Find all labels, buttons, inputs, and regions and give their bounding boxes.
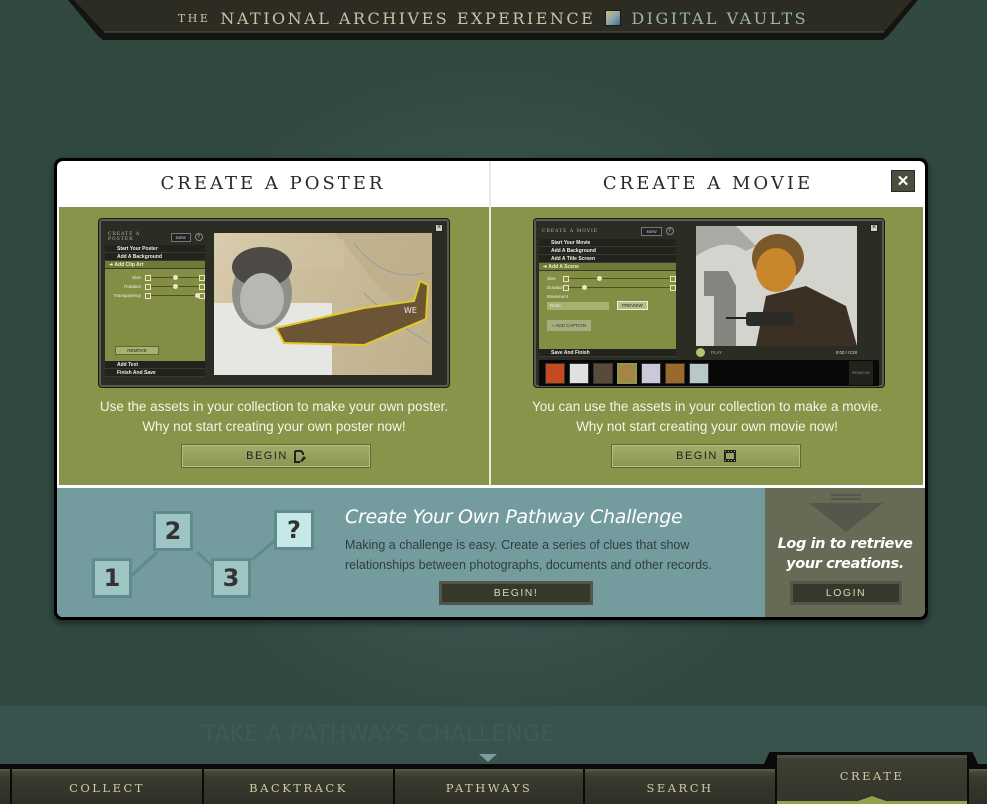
- poster-editor-preview: × CREATE A POSTER NEW ? Start Your Poste…: [99, 219, 449, 387]
- preview-step: Save And Finish: [539, 349, 676, 357]
- poster-canvas-image: WE: [214, 233, 432, 375]
- pathway-node-1: 1: [92, 558, 132, 598]
- scene-thumbnail: [665, 362, 685, 384]
- film-icon: [723, 450, 736, 462]
- movie-scene-art: [696, 226, 857, 346]
- preview-movement-label: Movement: [547, 294, 569, 299]
- play-icon: [696, 347, 705, 357]
- header-title: NATIONAL ARCHIVES EXPERIENCE: [220, 8, 596, 28]
- preview-step: Add Text: [105, 361, 205, 369]
- pathway-chain-graphic: 1 2 3 ?: [87, 508, 327, 608]
- preview-control: Rotation: [105, 282, 205, 291]
- scene-thumbnail: [689, 362, 709, 384]
- preview-control: Transparency: [105, 291, 205, 300]
- preview-help-icon: ?: [666, 227, 674, 235]
- preview-control: Size: [105, 273, 205, 282]
- scroll-down-arrow-icon[interactable]: [479, 754, 497, 762]
- nav-tab-pathways[interactable]: PATHWAYS: [395, 769, 583, 804]
- preview-remove-button: REMOVE: [849, 361, 873, 385]
- preview-app-title: CREATE A POSTER: [108, 232, 141, 242]
- play-label: PLAY: [711, 349, 723, 355]
- edit-document-icon: [293, 449, 306, 463]
- preview-help-icon: ?: [195, 233, 203, 241]
- close-icon: ✕: [896, 173, 910, 190]
- nav-tab-create[interactable]: CREATE: [777, 755, 967, 804]
- pathway-node-2: 2: [153, 511, 193, 551]
- begin-movie-button[interactable]: BEGIN: [611, 444, 801, 468]
- down-arrow-icon: [809, 494, 883, 532]
- preview-slider-knob: [173, 284, 178, 289]
- pathway-node-question: ?: [274, 510, 314, 550]
- preview-remove-button: REMOVE: [115, 346, 159, 355]
- challenge-description: Making a challenge is easy. Create a ser…: [345, 538, 712, 572]
- create-modal: CREATE A POSTER × CREATE A POSTER NEW ? …: [54, 158, 928, 620]
- poster-description: Use the assets in your collection to mak…: [99, 399, 449, 434]
- modal-close-button[interactable]: ✕: [891, 170, 915, 192]
- preview-control: Size: [539, 274, 676, 283]
- preview-new-button: NEW: [641, 226, 662, 236]
- pathway-node-3: 3: [211, 558, 251, 598]
- scene-thumbnail: [617, 362, 637, 384]
- preview-step: Start Your Movie: [539, 239, 676, 247]
- pathway-challenge-section: 1 2 3 ? Create Your Own Pathway Challeng…: [57, 488, 765, 617]
- begin-challenge-button[interactable]: BEGIN!: [439, 581, 593, 605]
- preview-step-active: ➜ Add Clip Art: [105, 261, 205, 269]
- create-poster-panel: CREATE A POSTER × CREATE A POSTER NEW ? …: [57, 161, 489, 486]
- preview-step: Add A Background: [539, 247, 676, 255]
- login-prompt: Log in to retrieve your creations.: [777, 536, 913, 572]
- scene-thumbnail: [641, 362, 661, 384]
- nav-tab-collect[interactable]: COLLECT: [12, 769, 202, 804]
- preview-step: Finish And Save: [105, 369, 205, 377]
- header-prefix: THE: [177, 11, 211, 25]
- poster-collage-art: WE: [214, 233, 432, 375]
- poster-panel-title: CREATE A POSTER: [160, 172, 386, 194]
- bottom-navigation: COLLECT BACKTRACK PATHWAYS SEARCH CREATE: [0, 755, 987, 804]
- movie-playback-bar: PLAY 0:00 / 0:28: [696, 347, 857, 357]
- site-header: THE NATIONAL ARCHIVES EXPERIENCE DIGITAL…: [68, 0, 918, 40]
- preview-step-active: ➜ Add A Scene: [539, 263, 676, 271]
- login-button[interactable]: LOGIN: [790, 581, 902, 605]
- nav-tab-search[interactable]: SEARCH: [585, 769, 775, 804]
- preview-app-title: CREATE A MOVIE: [542, 228, 599, 234]
- movie-scene-image: [696, 226, 857, 346]
- playback-time: 0:00 / 0:28: [835, 349, 857, 355]
- preview-slider-knob: [173, 275, 178, 280]
- preview-control: Duration: [539, 283, 676, 292]
- movie-scene-timeline: REMOVE: [539, 360, 879, 386]
- background-pathways-heading: TAKE A PATHWAYS CHALLENGE: [202, 722, 555, 747]
- nav-tab-edge: [0, 769, 10, 804]
- nav-tab-backtrack[interactable]: BACKTRACK: [204, 769, 393, 804]
- begin-poster-button[interactable]: BEGIN: [181, 444, 371, 468]
- preview-step: Add A Title Screen: [539, 255, 676, 263]
- preview-step: Add A Background: [105, 253, 205, 261]
- preview-step: Start Your Poster: [105, 245, 205, 253]
- preview-slider-knob: [582, 285, 588, 290]
- preview-close-icon: ×: [870, 224, 878, 232]
- create-movie-panel: CREATE A MOVIE ✕ × CREATE A MOVIE NEW ? …: [491, 161, 925, 486]
- svg-text:WE: WE: [404, 306, 417, 315]
- movie-panel-title: CREATE A MOVIE: [602, 172, 814, 194]
- preview-new-button: NEW: [170, 232, 192, 242]
- header-subtitle: DIGITAL VAULTS: [631, 8, 809, 28]
- login-section: Log in to retrieve your creations. LOGIN: [765, 488, 925, 617]
- preview-slider-knob: [194, 293, 200, 298]
- challenge-title: Create Your Own Pathway Challenge: [345, 506, 683, 528]
- movie-description: You can use the assets in your collectio…: [532, 399, 882, 434]
- digital-vaults-logo-icon: [605, 10, 622, 26]
- nav-tab-edge: [969, 769, 987, 804]
- preview-movement-select: None: [547, 301, 609, 310]
- scene-thumbnail: [545, 362, 565, 384]
- scene-thumbnail: [593, 362, 613, 384]
- preview-close-icon: ×: [435, 224, 443, 232]
- preview-preview-button: PREVIEW: [617, 301, 648, 310]
- movie-editor-preview: × CREATE A MOVIE NEW ? Start Your Movie …: [534, 219, 884, 387]
- preview-add-caption-button: + ADD CAPTION: [547, 320, 591, 331]
- scene-thumbnail: [569, 362, 589, 384]
- preview-slider-knob: [597, 276, 603, 281]
